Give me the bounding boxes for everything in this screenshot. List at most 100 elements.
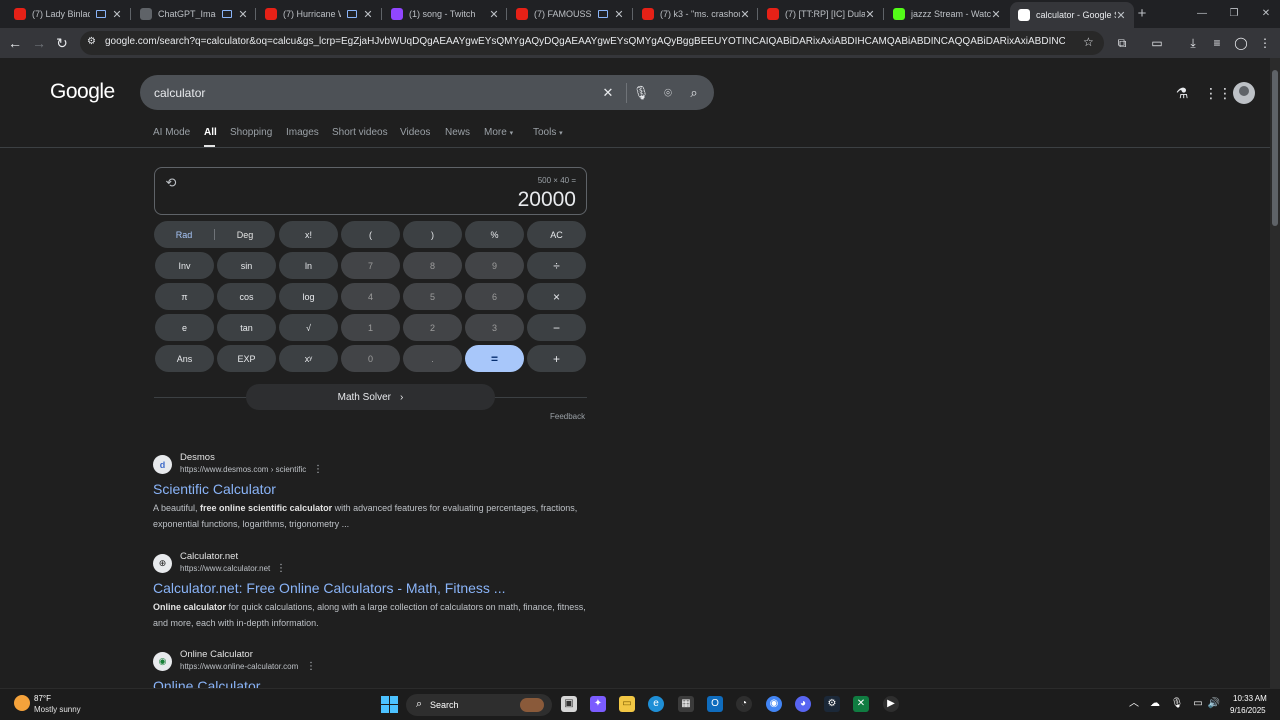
- calc-key-clear[interactable]: AC: [527, 221, 586, 248]
- result-title-link[interactable]: Online Calculator: [153, 678, 260, 688]
- windows-start-icon[interactable]: [381, 696, 398, 713]
- tab-close-icon[interactable]: ✕: [1116, 9, 1126, 22]
- tab-close-icon[interactable]: ✕: [489, 8, 499, 21]
- calc-key-close-paren[interactable]: ): [403, 221, 462, 248]
- browser-tab[interactable]: jazzz Stream - Watch ✕: [885, 2, 1009, 26]
- weather-sun-icon[interactable]: [14, 695, 30, 711]
- page-scrollbar[interactable]: [1270, 58, 1280, 688]
- calc-key-factorial[interactable]: x!: [279, 221, 338, 248]
- calc-key-subtract[interactable]: −: [527, 314, 586, 341]
- browser-tab[interactable]: (1) song - Twitch ✕: [383, 2, 507, 26]
- browser-tab[interactable]: (7) FAMOUSS RIC ✕: [508, 2, 632, 26]
- tab-close-icon[interactable]: ✕: [112, 8, 122, 21]
- online-calculator-favicon-icon[interactable]: ◉: [153, 652, 172, 671]
- desmos-favicon-icon[interactable]: d: [153, 455, 172, 474]
- xbox-app-icon[interactable]: ✕: [853, 696, 869, 712]
- tab-ai-mode[interactable]: AI Mode: [153, 127, 190, 138]
- calc-key-open-paren[interactable]: (: [341, 221, 400, 248]
- chrome-menu-icon[interactable]: ⋮: [1255, 33, 1275, 53]
- calc-key-1[interactable]: 1: [341, 314, 400, 341]
- calc-key-sin[interactable]: sin: [217, 252, 276, 279]
- discord-icon[interactable]: ◕: [795, 696, 811, 712]
- search-icon[interactable]: ⌕: [684, 83, 704, 103]
- tab-close-icon[interactable]: ✕: [740, 8, 750, 21]
- volume-icon[interactable]: 🔊: [1207, 697, 1221, 711]
- calc-key-0[interactable]: 0: [341, 345, 400, 372]
- result-url[interactable]: https://www.calculator.net: [180, 564, 270, 573]
- result-title-link[interactable]: Calculator.net: Free Online Calculators …: [153, 580, 505, 596]
- site-info-icon[interactable]: ⚙: [87, 36, 96, 47]
- more-options-icon[interactable]: ⋮: [313, 464, 323, 475]
- deg-button[interactable]: Deg: [215, 221, 275, 248]
- browser-tab[interactable]: ChatGPT_Image_Sep_ ✕: [132, 2, 256, 26]
- google-logo[interactable]: Google: [50, 80, 115, 104]
- network-icon[interactable]: ▭: [1191, 697, 1205, 711]
- calc-key-9[interactable]: 9: [465, 252, 524, 279]
- maximize-button[interactable]: ❐: [1218, 0, 1250, 28]
- weather-temperature[interactable]: 87°F: [34, 694, 51, 703]
- more-options-icon[interactable]: ⋮: [306, 661, 316, 672]
- browser-tab[interactable]: (7) Hurricane Wis ✕: [257, 2, 381, 26]
- tab-close-icon[interactable]: ✕: [614, 8, 624, 21]
- globe-favicon-icon[interactable]: ⊕: [153, 554, 172, 573]
- media-player-icon[interactable]: ▶: [883, 696, 899, 712]
- calc-key-2[interactable]: 2: [403, 314, 462, 341]
- steam-icon[interactable]: ⚙: [824, 696, 840, 712]
- taskbar-time[interactable]: 10:33 AM: [1233, 694, 1267, 703]
- tab-media-icon[interactable]: [96, 10, 106, 18]
- tab-close-icon[interactable]: ✕: [363, 8, 373, 21]
- browser-tab[interactable]: (7) k3 - "ms. crashout ✕: [634, 2, 758, 26]
- result-site-name[interactable]: Online Calculator: [180, 649, 253, 660]
- calc-key-3[interactable]: 3: [465, 314, 524, 341]
- cloud-icon[interactable]: ☁: [1148, 697, 1162, 711]
- search-input[interactable]: calculator: [154, 86, 205, 100]
- clock-app-icon[interactable]: ◔: [736, 696, 752, 712]
- download-icon[interactable]: ⤓: [1183, 33, 1203, 53]
- tab-tools[interactable]: Tools ▾: [533, 127, 563, 138]
- url-text[interactable]: google.com/search?q=calculator&oq=calcu&…: [105, 36, 1065, 47]
- profile-icon[interactable]: ◯: [1231, 33, 1251, 53]
- search-box[interactable]: calculator ✕ 🎙 ⌾ ⌕: [140, 75, 714, 110]
- browser-tab[interactable]: (7) [TT:RP] [IC] Dula P✕: [759, 2, 883, 26]
- close-window-button[interactable]: ✕: [1250, 0, 1280, 28]
- labs-flask-icon[interactable]: ⚗: [1172, 83, 1192, 103]
- copilot-icon[interactable]: ✦: [590, 696, 606, 712]
- browser-tab-active[interactable]: calculator - Google S ✕: [1010, 2, 1134, 28]
- calc-key-ans[interactable]: Ans: [155, 345, 214, 372]
- calc-key-7[interactable]: 7: [341, 252, 400, 279]
- calc-key-percent[interactable]: %: [465, 221, 524, 248]
- calc-key-tan[interactable]: tan: [217, 314, 276, 341]
- more-options-icon[interactable]: ⋮: [276, 563, 286, 574]
- math-solver-button[interactable]: Math Solver ›: [246, 384, 495, 410]
- tab-media-icon[interactable]: [347, 10, 357, 18]
- tab-shopping[interactable]: Shopping: [230, 127, 272, 138]
- calc-key-sqrt[interactable]: √: [279, 314, 338, 341]
- task-view-icon[interactable]: ▣: [561, 696, 577, 712]
- result-url[interactable]: https://www.online-calculator.com: [180, 662, 298, 671]
- scrollbar-thumb[interactable]: [1272, 70, 1278, 226]
- tab-short-videos[interactable]: Short videos: [332, 127, 388, 138]
- calc-key-decimal[interactable]: .: [403, 345, 462, 372]
- cast-icon[interactable]: ▭: [1147, 33, 1167, 53]
- calc-key-log[interactable]: log: [279, 283, 338, 310]
- calc-key-ln[interactable]: ln: [279, 252, 338, 279]
- tab-more[interactable]: More ▾: [484, 127, 513, 138]
- edge-browser-icon[interactable]: e: [648, 696, 664, 712]
- calc-key-add[interactable]: +: [527, 345, 586, 372]
- history-icon[interactable]: ⟲: [163, 175, 179, 191]
- calc-key-8[interactable]: 8: [403, 252, 462, 279]
- calc-key-divide[interactable]: ÷: [527, 252, 586, 279]
- media-control-icon[interactable]: ≡: [1207, 33, 1227, 53]
- calc-key-multiply[interactable]: ×: [527, 283, 586, 310]
- calc-key-power[interactable]: xʸ: [279, 345, 338, 372]
- calc-key-cos[interactable]: cos: [217, 283, 276, 310]
- apps-grid-icon[interactable]: ⋮⋮: [1204, 83, 1232, 103]
- calc-key-exp[interactable]: EXP: [217, 345, 276, 372]
- result-site-name[interactable]: Desmos: [180, 452, 215, 463]
- tab-images[interactable]: Images: [286, 127, 319, 138]
- clear-search-icon[interactable]: ✕: [598, 83, 618, 103]
- result-site-name[interactable]: Calculator.net: [180, 551, 238, 562]
- address-bar[interactable]: ⚙ google.com/search?q=calculator&oq=calc…: [80, 31, 1104, 55]
- feedback-link[interactable]: Feedback: [550, 412, 585, 421]
- calc-key-equals[interactable]: =: [465, 345, 524, 372]
